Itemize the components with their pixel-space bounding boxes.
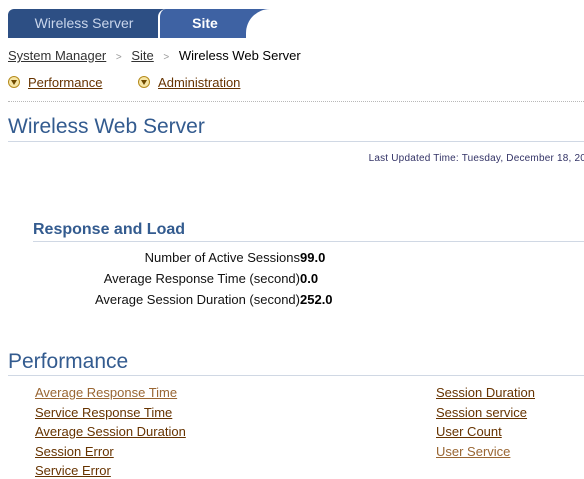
link-service-response-time[interactable]: Service Response Time [35,403,186,423]
chevron-down-icon [138,76,151,88]
breadcrumb-system-manager[interactable]: System Manager [8,48,106,63]
link-session-error[interactable]: Session Error [35,442,186,462]
quick-link-administration-label: Administration [158,75,241,90]
breadcrumb-current: Wireless Web Server [178,48,301,63]
page-title: Wireless Web Server [8,115,205,138]
tab-bar-curve [246,9,584,38]
metric-label-active-sessions: Number of Active Sessions [144,250,300,265]
metric-value-active-sessions: 99.0 [300,250,326,265]
metric-value-session-duration: 252.0 [300,292,333,307]
metric-row: Number of Active Sessions 99.0 [24,248,384,269]
tab-wireless-server[interactable]: Wireless Server [8,9,160,38]
link-session-duration[interactable]: Session Duration [436,383,535,403]
performance-divider [8,375,584,376]
metric-row: Average Response Time (second) 0.0 [24,269,384,290]
metric-label-response-time: Average Response Time (second) [103,271,300,286]
link-service-error[interactable]: Service Error [35,461,186,479]
link-session-service[interactable]: Session service [436,403,535,423]
page-title-divider [8,141,584,142]
link-user-service[interactable]: User Service [436,442,535,462]
quick-link-administration[interactable]: Administration [138,74,240,92]
breadcrumb-site[interactable]: Site [131,48,153,63]
chevron-down-icon [8,76,20,88]
metric-row: Average Session Duration (second) 252.0 [24,290,384,311]
page-root: Wireless Server Site System Manager > Si… [0,0,584,479]
quick-links: Performance Administration [8,74,272,92]
performance-heading: Performance [8,350,129,373]
metrics-table: Number of Active Sessions 99.0 Average R… [24,248,384,311]
tab-site[interactable]: Site [158,9,250,38]
performance-links-left: Average Response Time Service Response T… [35,383,186,479]
last-updated-time: Last Updated Time: Tuesday, December 18,… [368,153,584,164]
link-average-session-duration[interactable]: Average Session Duration [35,422,186,442]
breadcrumb-separator: > [163,52,170,63]
performance-links-right: Session Duration Session service User Co… [436,383,535,461]
response-load-heading: Response and Load [33,221,186,238]
response-load-divider [33,241,584,242]
link-user-count[interactable]: User Count [436,422,535,442]
link-average-response-time[interactable]: Average Response Time [35,383,186,403]
quick-link-performance-label: Performance [28,75,103,90]
quick-link-performance[interactable]: Performance [8,74,102,92]
breadcrumb: System Manager > Site > Wireless Web Ser… [8,47,301,67]
metric-label-session-duration: Average Session Duration (second) [95,292,300,307]
dotted-divider [8,101,584,102]
breadcrumb-separator: > [115,52,122,63]
tab-bar: Wireless Server Site [0,0,584,38]
metric-value-response-time: 0.0 [300,271,319,286]
